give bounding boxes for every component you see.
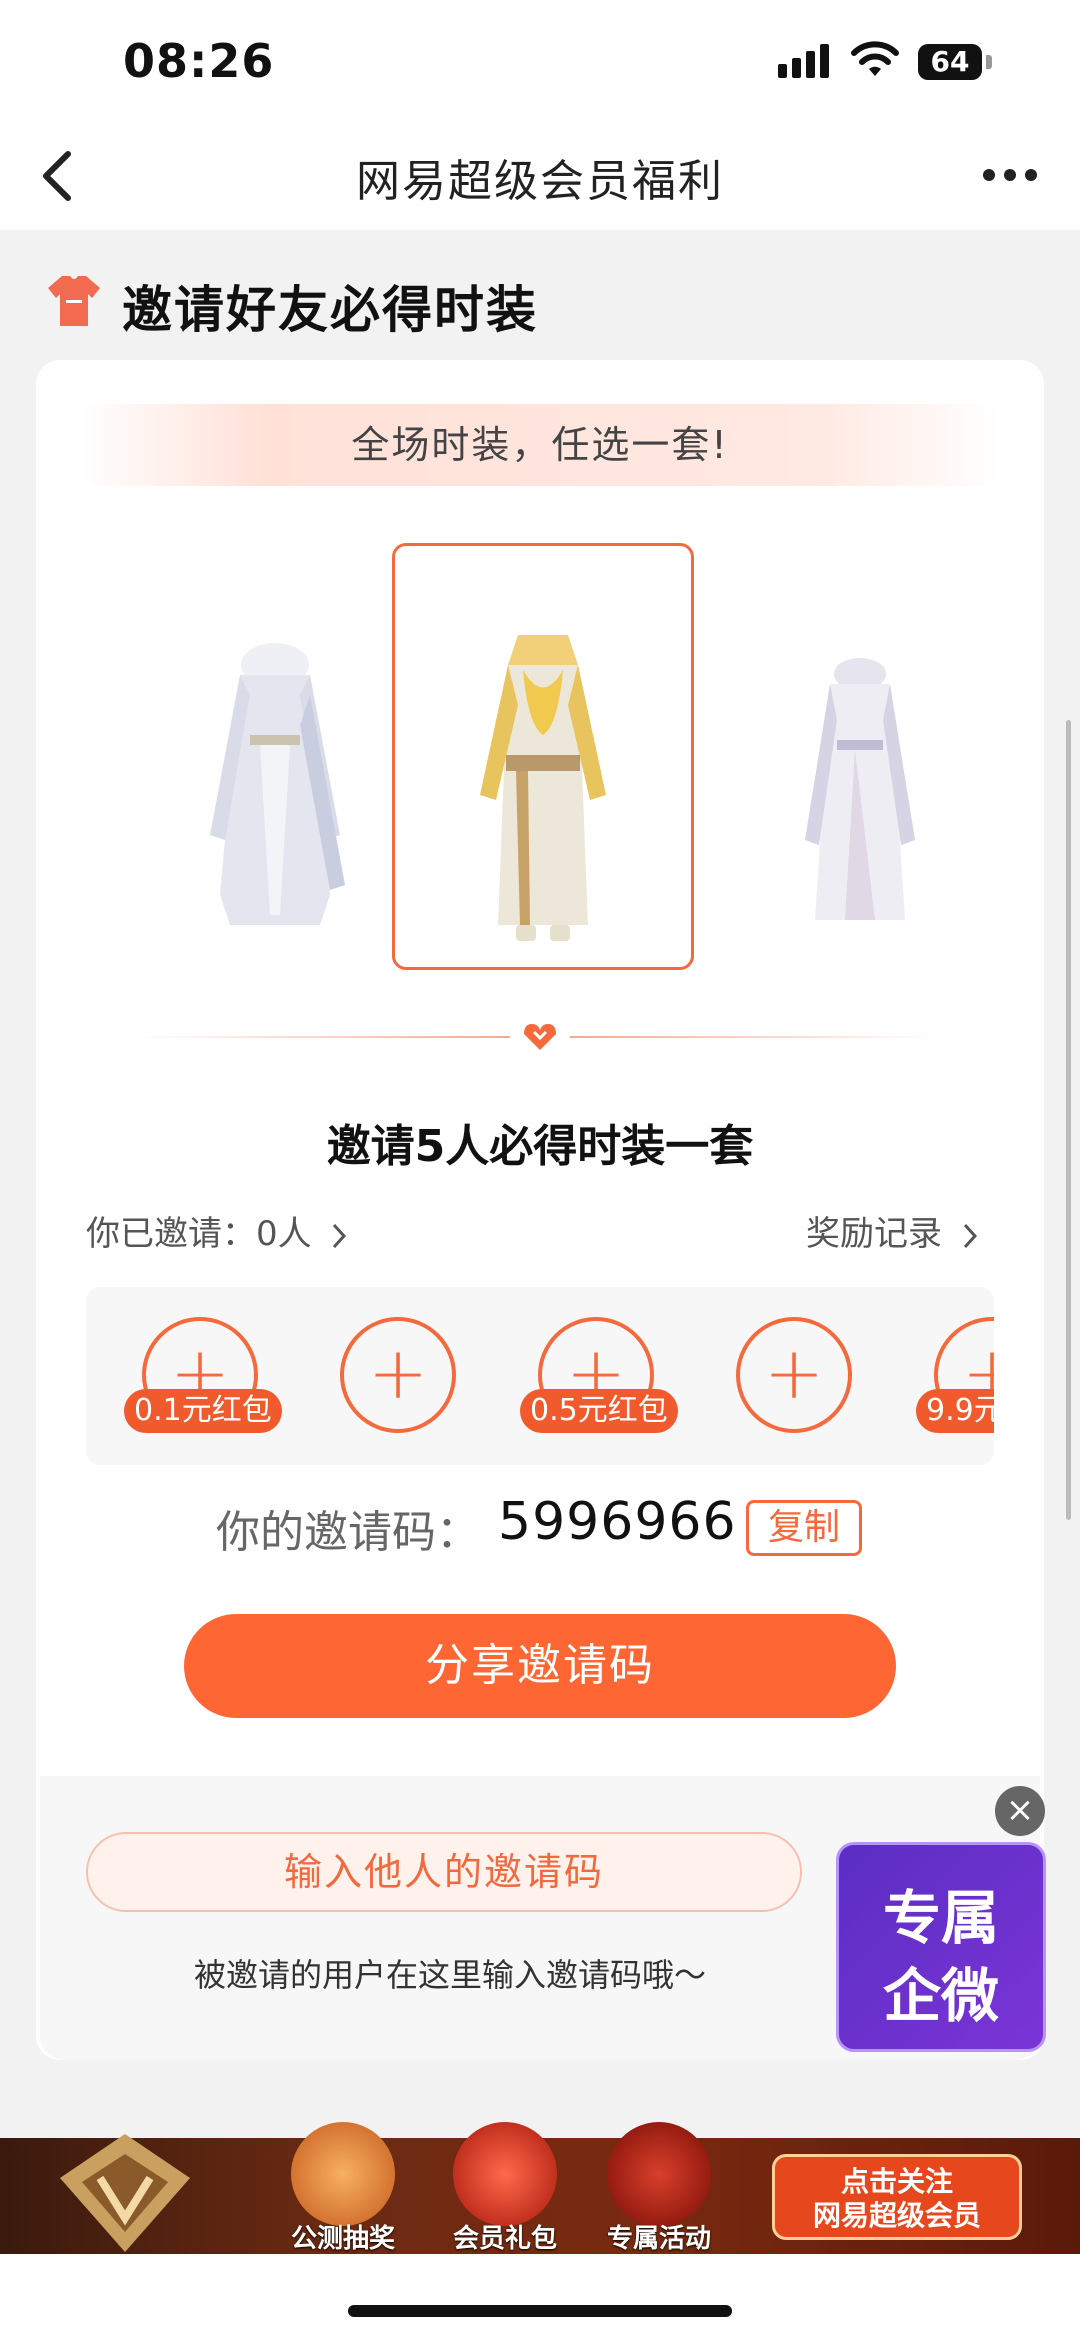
chevron-right-icon	[333, 1223, 347, 1248]
cta-line2: 网易超级会员	[812, 2199, 981, 2232]
vip-logo-icon	[60, 2134, 190, 2252]
home-indicator[interactable]	[348, 2305, 732, 2317]
costume-option-3[interactable]	[755, 630, 965, 970]
slot-reward-badge: 9.9元	[916, 1389, 994, 1433]
copy-button[interactable]: 复制	[746, 1500, 862, 1556]
costume-option-1[interactable]	[170, 615, 380, 955]
bottom-item-label: 会员礼包	[452, 2224, 557, 2254]
follow-vip-button[interactable]: 点击关注 网易超级会员	[772, 2154, 1022, 2240]
battery-icon: 64	[918, 44, 982, 80]
wheel-icon	[291, 2122, 395, 2226]
plus-icon: +	[763, 1331, 825, 1415]
bottom-item-label: 公测抽奖	[290, 2224, 395, 2254]
bottom-item-activity[interactable]: 专属活动	[594, 2122, 724, 2254]
invite-slot-4[interactable]: +	[736, 1317, 852, 1433]
bottom-item-lottery[interactable]: 公测抽奖	[278, 2122, 408, 2254]
wecom-line1: 专属	[882, 1884, 999, 1952]
exclusive-wecom-widget[interactable]: 专属 企微	[836, 1842, 1046, 2052]
bottom-item-gift[interactable]: 会员礼包	[440, 2122, 570, 2254]
invite-code-value: 5996966	[498, 1492, 737, 1552]
invite-slots: + 0.1元红包 + + 0.5元红包 + + 9.9元	[86, 1287, 994, 1465]
shirt-icon	[48, 276, 100, 326]
share-code-button[interactable]: 分享邀请码	[184, 1614, 896, 1718]
gift-icon	[453, 2122, 557, 2226]
slot-reward-badge: 0.5元红包	[520, 1389, 678, 1433]
plus-icon: +	[367, 1331, 429, 1415]
battery-tip	[986, 55, 992, 69]
promo-banner: 全场时装，任选一套!	[80, 404, 1000, 486]
bottom-safe-area	[0, 2254, 1080, 2337]
wecom-line2: 企微	[882, 1962, 999, 2030]
section-title: 邀请好友必得时装	[122, 281, 538, 339]
activity-icon	[607, 2122, 711, 2226]
chevron-right-icon	[963, 1223, 977, 1248]
signal-icon	[778, 44, 834, 78]
cta-line1: 点击关注	[840, 2165, 953, 2198]
heart-icon	[524, 1024, 556, 1050]
slot-reward-badge: 0.1元红包	[124, 1389, 282, 1433]
divider-right	[570, 1036, 940, 1038]
scrollbar[interactable]	[1066, 720, 1071, 1520]
selected-costume-frame[interactable]	[392, 543, 694, 970]
divider-left	[140, 1036, 510, 1038]
invited-count-label: 你已邀请：0人	[86, 1214, 312, 1254]
invite-goal-title: 邀请5人必得时装一套	[326, 1121, 754, 1172]
page-title: 网易超级会员福利	[356, 156, 724, 207]
invite-code-label: 你的邀请码：	[216, 1507, 480, 1558]
reward-records-link[interactable]: 奖励记录	[806, 1206, 981, 1255]
more-icon[interactable]	[982, 168, 1038, 182]
wifi-icon	[851, 41, 899, 76]
invited-count-link[interactable]: 你已邀请：0人	[86, 1206, 350, 1255]
close-icon[interactable]: ×	[995, 1786, 1045, 1836]
invite-slot-2[interactable]: +	[340, 1317, 456, 1433]
enter-code-button[interactable]: 输入他人的邀请码	[86, 1832, 802, 1912]
bottom-item-label: 专属活动	[606, 2224, 711, 2254]
reward-records-label: 奖励记录	[806, 1214, 942, 1254]
status-time: 08:26	[123, 34, 275, 88]
